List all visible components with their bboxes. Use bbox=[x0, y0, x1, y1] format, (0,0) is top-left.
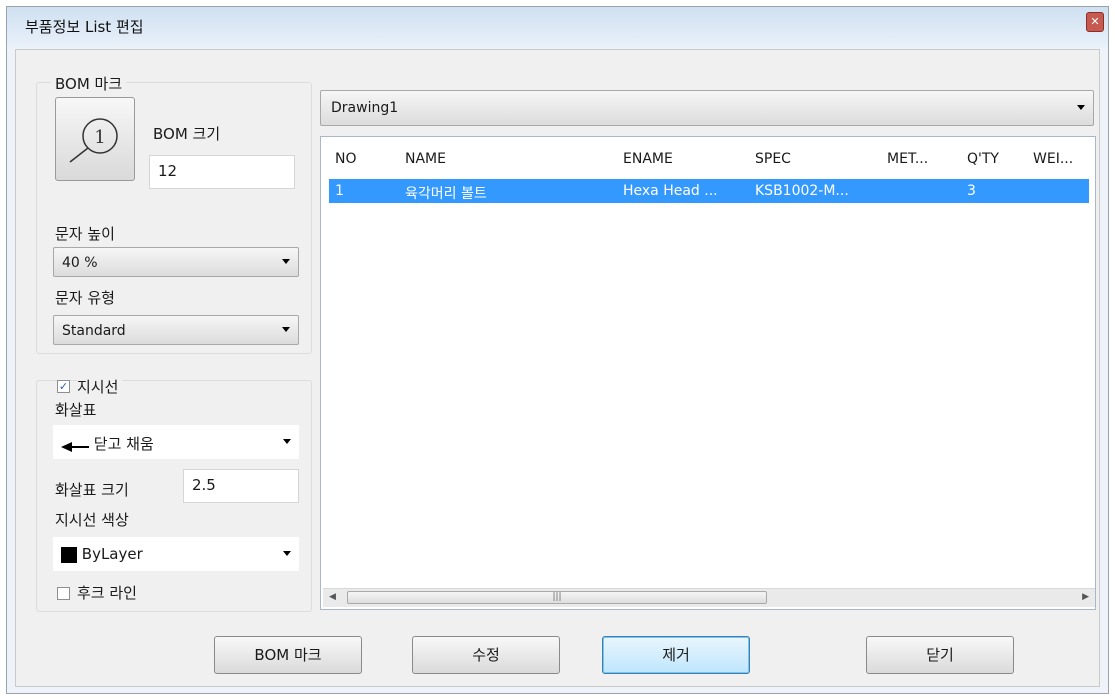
chevron-down-icon bbox=[282, 327, 290, 332]
remove-button[interactable]: 제거 bbox=[602, 636, 750, 674]
text-type-select[interactable]: Standard bbox=[53, 315, 299, 345]
leader-color-value: ByLayer bbox=[81, 545, 143, 563]
leader-checkbox[interactable]: ✓ bbox=[57, 380, 70, 393]
bom-mark-button[interactable]: BOM 마크 bbox=[214, 636, 362, 674]
arrow-size-label: 화살표 크기 bbox=[55, 481, 129, 499]
cell-qty: 3 bbox=[967, 183, 976, 199]
hook-line-label: 후크 라인 bbox=[77, 584, 137, 602]
column-header-no[interactable]: NO bbox=[335, 151, 357, 167]
column-header-ename[interactable]: ENAME bbox=[623, 151, 673, 167]
arrow-type-select[interactable]: 닫고 채움 bbox=[53, 425, 299, 459]
cell-ename: Hexa Head ... bbox=[623, 183, 718, 199]
text-height-select[interactable]: 40 % bbox=[53, 247, 299, 277]
leader-group: ✓ 지시선 화살표 닫고 채움 화살표 크기 2.5 지시선 색상 ByLaye… bbox=[36, 376, 312, 612]
horizontal-scrollbar[interactable]: ◀ ||| ▶ bbox=[323, 588, 1095, 607]
bom-balloon-preview-button[interactable]: 1 bbox=[55, 97, 135, 181]
arrow-type-label: 화살표 bbox=[55, 401, 97, 419]
bom-size-label: BOM 크기 bbox=[153, 125, 221, 143]
scroll-left-icon[interactable]: ◀ bbox=[329, 592, 336, 602]
bom-mark-group: BOM 마크 1 BOM 크기 12 문자 높이 40 % 문자 유형 Stan… bbox=[36, 73, 312, 354]
cell-spec: KSB1002-M... bbox=[755, 183, 849, 199]
arrow-size-input[interactable]: 2.5 bbox=[183, 469, 299, 503]
drawing-value: Drawing1 bbox=[331, 100, 399, 116]
text-type-value: Standard bbox=[62, 323, 126, 339]
column-header-wei[interactable]: WEI... bbox=[1033, 151, 1073, 167]
color-swatch bbox=[61, 546, 77, 563]
column-header-qty[interactable]: Q'TY bbox=[967, 151, 999, 167]
bom-balloon-icon: 1 bbox=[69, 118, 118, 163]
dialog-client-area: BOM 마크 1 BOM 크기 12 문자 높이 40 % 문자 유형 Stan… bbox=[15, 49, 1100, 687]
text-type-label: 문자 유형 bbox=[55, 289, 115, 307]
leader-color-label: 지시선 색상 bbox=[55, 511, 129, 529]
scrollbar-thumb[interactable]: ||| bbox=[347, 591, 767, 604]
column-header-met[interactable]: MET... bbox=[887, 151, 928, 167]
hook-line-checkbox[interactable] bbox=[57, 587, 70, 600]
column-header-spec[interactable]: SPEC bbox=[755, 151, 791, 167]
drawing-select[interactable]: Drawing1 bbox=[320, 90, 1094, 126]
cell-no: 1 bbox=[335, 183, 344, 199]
chevron-down-icon bbox=[1077, 105, 1085, 110]
title-bar: 부품정보 List 편집 ✕ bbox=[7, 7, 1108, 45]
column-header-name[interactable]: NAME bbox=[405, 151, 446, 167]
close-button[interactable]: 닫기 bbox=[866, 636, 1014, 674]
chevron-down-icon bbox=[283, 439, 291, 444]
leader-color-select[interactable]: ByLayer bbox=[53, 537, 299, 571]
svg-text:1: 1 bbox=[94, 127, 105, 148]
cell-name: 육각머리 볼트 bbox=[405, 186, 487, 202]
chevron-down-icon bbox=[283, 551, 291, 556]
edit-button[interactable]: 수정 bbox=[412, 636, 560, 674]
parts-list-table[interactable]: NO NAME ENAME SPEC MET... Q'TY WEI... 1 … bbox=[320, 136, 1096, 610]
scroll-right-icon[interactable]: ▶ bbox=[1082, 592, 1089, 602]
bom-size-input[interactable]: 12 bbox=[149, 155, 295, 189]
arrow-type-value: 닫고 채움 bbox=[93, 435, 154, 453]
bom-mark-group-title: BOM 마크 bbox=[51, 73, 127, 94]
text-height-label: 문자 높이 bbox=[55, 225, 115, 243]
chevron-down-icon bbox=[282, 259, 290, 264]
arrow-closed-filled-icon bbox=[61, 439, 89, 452]
text-height-value: 40 % bbox=[62, 255, 98, 271]
leader-checkbox-label: 지시선 bbox=[77, 376, 123, 397]
window-title: 부품정보 List 편집 bbox=[25, 18, 144, 36]
dialog-window: 부품정보 List 편집 ✕ BOM 마크 1 BOM 크기 12 문자 높이 … bbox=[6, 6, 1109, 694]
close-icon[interactable]: ✕ bbox=[1086, 12, 1104, 32]
